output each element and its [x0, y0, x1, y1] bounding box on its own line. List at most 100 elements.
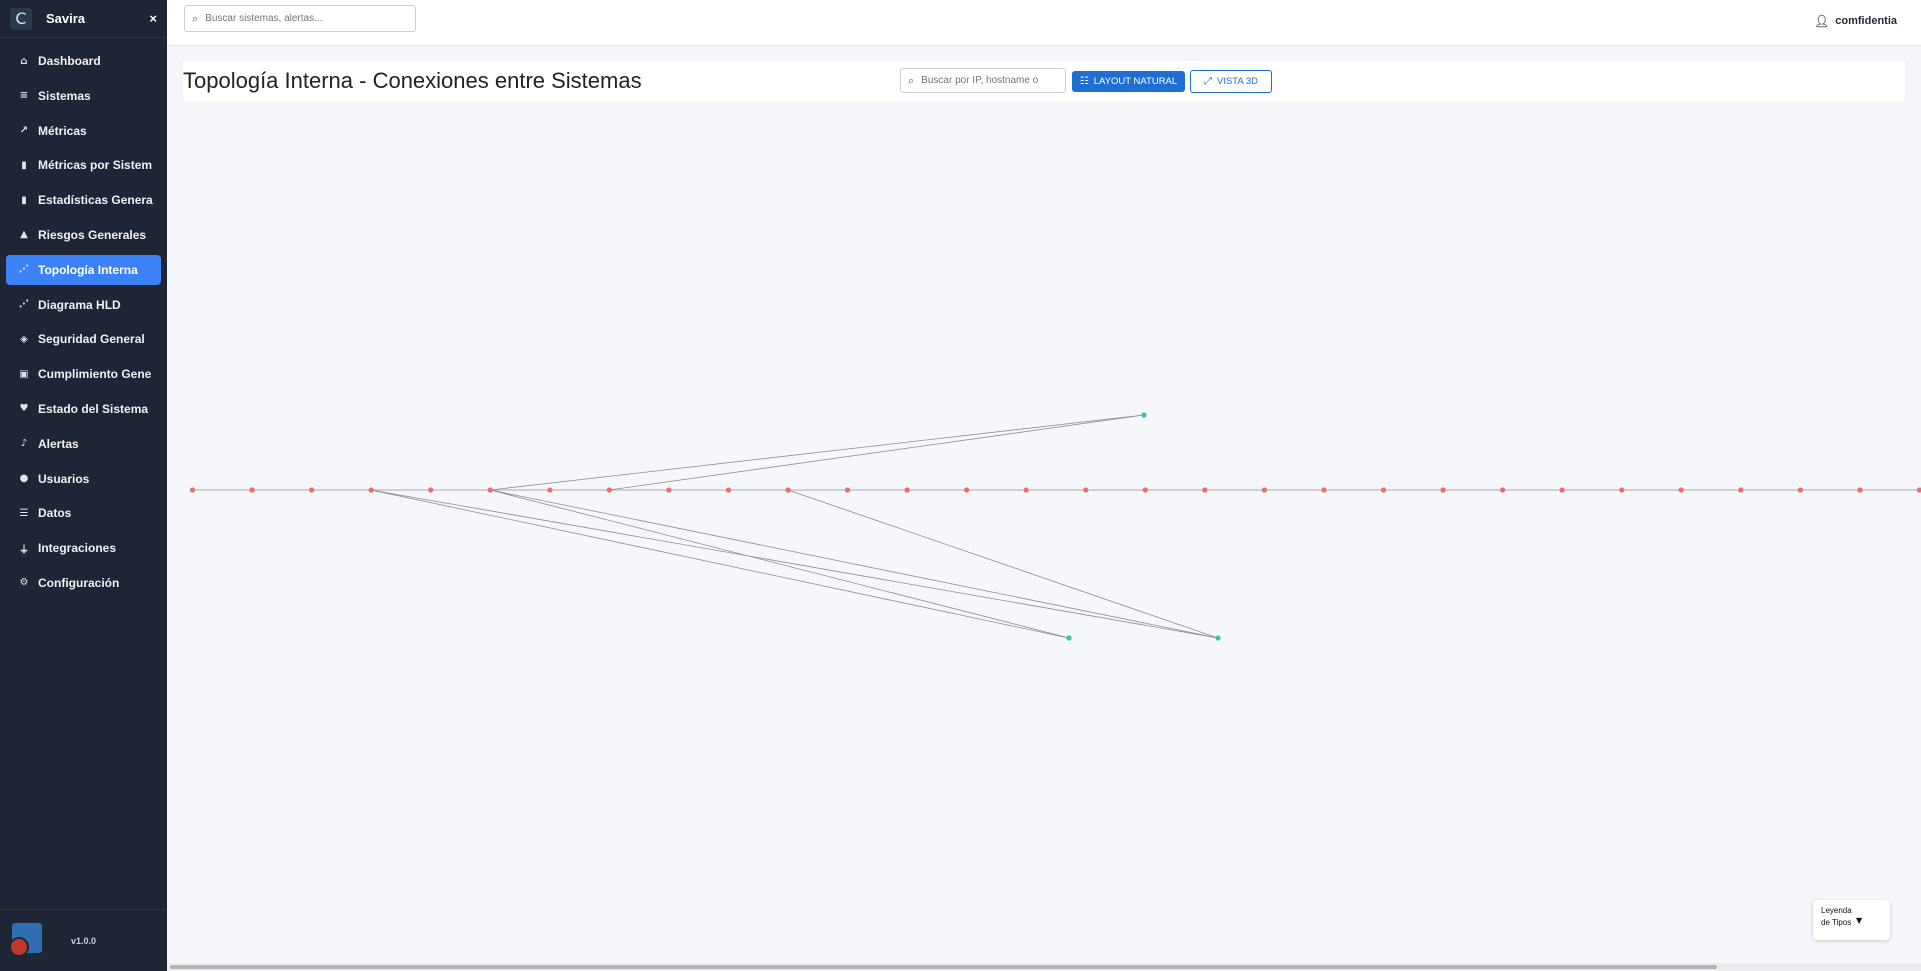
sidebar-item-cumplimiento-gene[interactable]: ▣ Cumplimiento Gene — [6, 359, 161, 389]
sidebar-item-topología-interna[interactable]: ⋰ Topología Interna — [6, 254, 161, 285]
gear-icon: ⚙ — [19, 577, 29, 589]
graph-node[interactable] — [1500, 487, 1506, 493]
sidebar-item-seguridad-general[interactable]: ◈ Seguridad General — [6, 324, 161, 354]
sidebar-item-label: Topología Interna — [38, 262, 138, 277]
sidebar-item-riesgos-generales[interactable]: ▲ Riesgos Generales — [6, 220, 161, 250]
chart-bar-icon: ▮ — [21, 194, 27, 206]
vista-3d-button[interactable]: ⤢ VISTA 3D — [1190, 70, 1272, 93]
graph-node[interactable] — [1261, 487, 1267, 493]
graph-node[interactable] — [487, 487, 493, 493]
sidebar-item-label: Sistemas — [38, 88, 91, 103]
graph-node[interactable] — [1559, 487, 1565, 493]
sidebar-item-label: Alertas — [38, 436, 79, 451]
global-search[interactable]: ⌕ — [184, 5, 416, 32]
scrollbar-thumb[interactable] — [170, 965, 1717, 969]
graph-node[interactable] — [1738, 487, 1744, 493]
graph-node[interactable] — [844, 487, 851, 493]
caret-down-icon: ▼ — [1856, 916, 1863, 925]
graph-node[interactable] — [1916, 487, 1921, 493]
sidebar-item-integraciones[interactable]: ⏚ Integraciones — [6, 533, 161, 563]
horizontal-scrollbar[interactable] — [167, 963, 1921, 971]
graph-node[interactable] — [725, 487, 732, 493]
graph-edge — [490, 489, 1070, 639]
users-icon: ● — [19, 473, 29, 485]
app-version: v1.0.0 — [71, 936, 97, 946]
graph-node[interactable] — [606, 487, 612, 493]
app-name: Savira — [46, 11, 86, 26]
graph-node[interactable] — [1083, 487, 1089, 493]
sidebar-item-label: Usuarios — [38, 471, 90, 486]
sidebar-item-datos[interactable]: ☰ Datos — [6, 498, 161, 528]
plug-icon: ⏚ — [19, 544, 29, 556]
graph-node[interactable] — [1440, 487, 1446, 493]
chart-bar-icon: ▮ — [21, 159, 27, 171]
graph-node[interactable] — [666, 487, 672, 493]
graph-edge — [787, 489, 1219, 639]
graph-node[interactable] — [1141, 412, 1147, 418]
graph-node[interactable] — [1202, 487, 1208, 493]
graph-node[interactable] — [904, 487, 910, 493]
shield-icon: ◈ — [20, 333, 28, 345]
sidebar-item-métricas[interactable]: ↗ Métricas — [6, 116, 161, 146]
legend-label: Leyenda de Tipos — [1821, 906, 1852, 927]
legend-toggle[interactable]: Leyenda de Tipos ▼ — [1813, 900, 1890, 940]
graph-node[interactable] — [964, 487, 970, 493]
close-sidebar-icon[interactable]: × — [149, 11, 157, 26]
graph-node[interactable] — [249, 487, 255, 493]
layout-natural-label: LAYOUT NATURAL — [1093, 76, 1178, 87]
app-logo: C — [10, 7, 32, 30]
sitemap-icon: ☷ — [1079, 76, 1089, 87]
graph-node[interactable] — [1321, 487, 1327, 493]
user-avatar[interactable] — [9, 923, 42, 957]
sidebar-item-configuración[interactable]: ⚙ Configuración — [6, 568, 161, 598]
graph-node[interactable] — [1380, 487, 1387, 493]
brand-bar: C Savira × — [0, 0, 167, 38]
sidebar-item-label: Métricas — [38, 123, 87, 138]
graph-node[interactable] — [1678, 487, 1684, 493]
sidebar-item-estadísticas-genera[interactable]: ▮ Estadísticas Genera — [6, 185, 161, 215]
graph-node[interactable] — [1066, 635, 1072, 641]
graph-edge — [490, 489, 1219, 639]
user-icon: 👤︎ — [1814, 14, 1830, 28]
graph-node[interactable] — [1215, 635, 1221, 641]
clipboard-check-icon: ▣ — [19, 368, 29, 380]
topology-graph[interactable] — [0, 0, 1921, 971]
graph-search-input[interactable] — [919, 74, 1065, 87]
graph-search[interactable]: ⌕ — [900, 68, 1066, 93]
sidebar-item-label: Dashboard — [38, 54, 101, 68]
sidebar-item-diagrama-hld[interactable]: ⋰ Diagrama HLD — [6, 290, 161, 320]
graph-node[interactable] — [1857, 487, 1863, 493]
graph-node[interactable] — [368, 487, 374, 493]
sidebar-item-sistemas[interactable]: ≡ Sistemas — [6, 81, 161, 111]
user-menu[interactable]: 👤︎ comfidentia — [1814, 14, 1897, 28]
graph-edge — [371, 489, 1070, 639]
graph-node[interactable] — [309, 487, 315, 493]
graph-node[interactable] — [1142, 487, 1148, 493]
sidebar-item-label: Riesgos Generales — [38, 227, 147, 242]
graph-node[interactable] — [428, 487, 434, 493]
global-search-input[interactable] — [203, 12, 415, 25]
status-dot — [9, 937, 29, 957]
layout-natural-button[interactable]: ☷ LAYOUT NATURAL — [1072, 71, 1185, 92]
page-title: Topología Interna - Conexiones entre Sis… — [183, 68, 642, 93]
sidebar-item-label: Cumplimiento Gene — [38, 367, 152, 382]
chart-line-icon: ↗ — [19, 125, 29, 137]
topbar: ⌕ 👤︎ comfidentia — [167, 0, 1921, 46]
sidebar-item-métricas-por-sistem[interactable]: ▮ Métricas por Sistem — [6, 150, 161, 180]
graph-node[interactable] — [1797, 487, 1803, 493]
home-icon: ⌂ — [20, 55, 28, 67]
sidebar-item-alertas[interactable]: ♪ Alertas — [6, 429, 161, 459]
graph-node[interactable] — [785, 487, 791, 493]
sidebar-item-dashboard[interactable]: ⌂ Dashboard — [6, 46, 161, 76]
graph-node[interactable] — [1619, 487, 1625, 493]
graph-node[interactable] — [547, 487, 553, 493]
server-icon: ≡ — [19, 90, 29, 102]
graph-node[interactable] — [189, 487, 196, 493]
graph-edges — [192, 414, 1920, 639]
sidebar-item-label: Seguridad General — [38, 332, 145, 347]
page-header: Topología Interna - Conexiones entre Sis… — [183, 61, 1905, 101]
expand-icon: ⤢ — [1203, 76, 1212, 87]
sidebar-item-usuarios[interactable]: ● Usuarios — [6, 464, 161, 494]
sidebar-item-estado-del-sistema[interactable]: ♥ Estado del Sistema — [6, 394, 161, 424]
graph-node[interactable] — [1023, 487, 1029, 493]
